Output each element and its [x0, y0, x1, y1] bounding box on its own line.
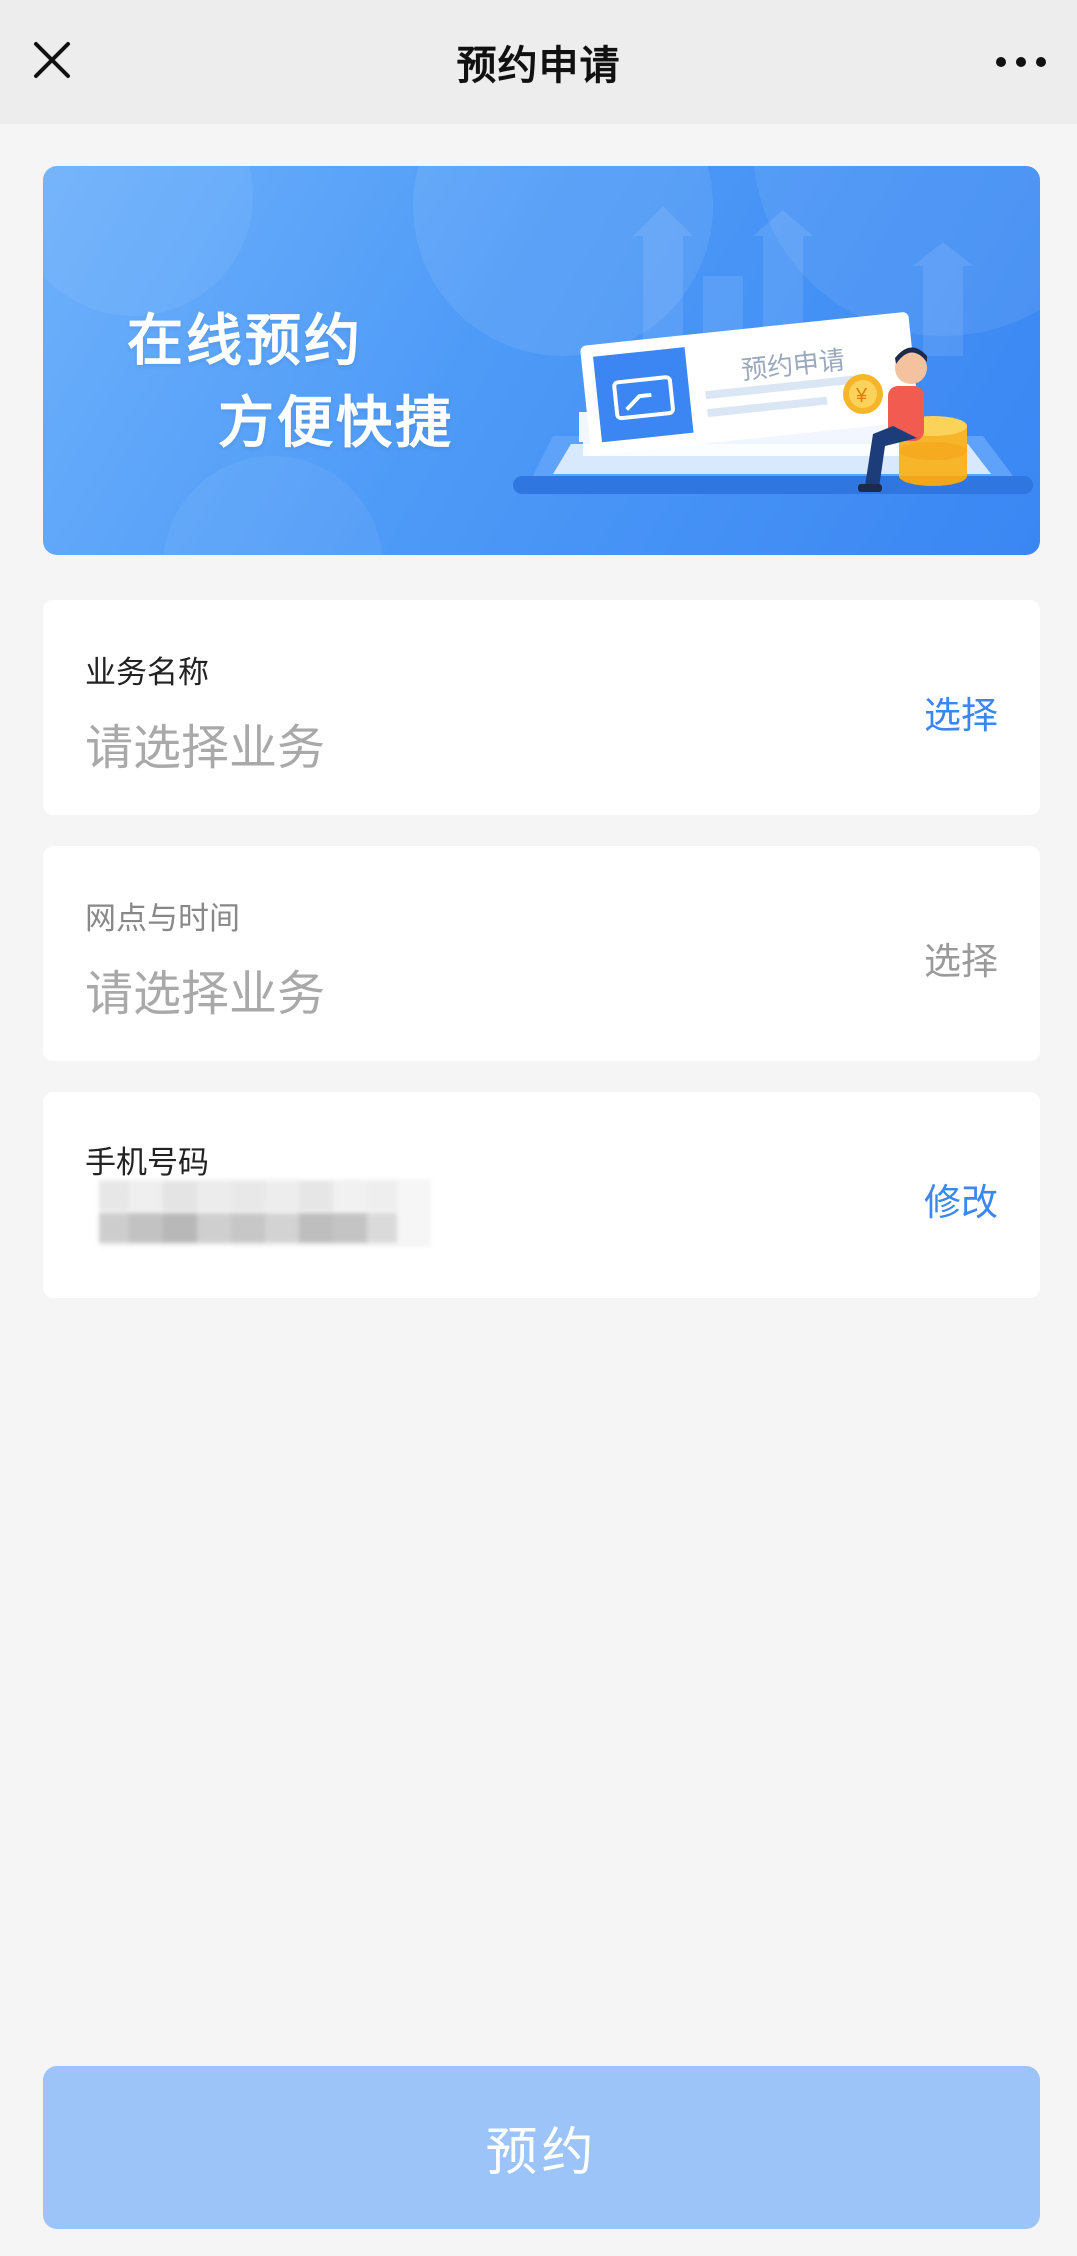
phone-number-redacted: [99, 1179, 431, 1247]
page: 预约申请 在线预约 方便快捷 预约申请 ¥ 业务名称 请选择业务 选择 网点与时…: [0, 0, 1077, 2256]
business-name-placeholder: 请选择业务: [85, 720, 326, 776]
outlet-time-placeholder: 请选择业务: [85, 966, 326, 1022]
business-select-button[interactable]: 选择: [924, 685, 998, 739]
promo-banner: 在线预约 方便快捷 预约申请 ¥: [43, 166, 1040, 555]
outlet-time-select-button[interactable]: 选择: [924, 931, 998, 985]
more-dots-icon[interactable]: [989, 34, 1053, 90]
phone-number-card: 手机号码 修改: [43, 1092, 1040, 1298]
phone-number-label: 手机号码: [85, 1145, 209, 1181]
phone-edit-button[interactable]: 修改: [924, 1172, 998, 1226]
coin-symbol: ¥: [855, 385, 868, 407]
close-icon[interactable]: [24, 32, 80, 88]
banner-subheadline: 方便快捷: [218, 391, 454, 456]
outlet-time-card[interactable]: 网点与时间 请选择业务 选择: [43, 846, 1040, 1061]
appointment-illustration: 预约申请 ¥: [513, 312, 1033, 494]
business-name-card[interactable]: 业务名称 请选择业务 选择: [43, 600, 1040, 815]
banner-headline: 在线预约: [127, 309, 363, 374]
top-navbar: 预约申请: [0, 0, 1077, 124]
book-appointment-button[interactable]: 预约: [43, 2066, 1040, 2229]
page-title: 预约申请: [456, 43, 621, 89]
outlet-time-label: 网点与时间: [85, 901, 240, 937]
business-name-label: 业务名称: [85, 655, 209, 691]
